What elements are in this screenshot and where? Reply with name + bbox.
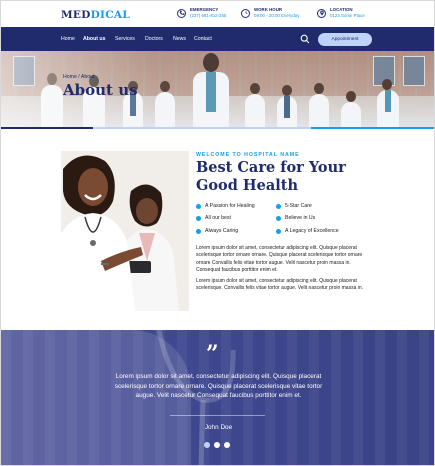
slider-dot[interactable] [204, 442, 210, 448]
location-icon [317, 8, 326, 18]
feature-label: 5-Star Care [285, 203, 312, 209]
bullet-icon [276, 203, 281, 209]
hero-bar-middle [93, 127, 311, 129]
feature-label: All our best [205, 215, 231, 221]
logo-part-1: MED [61, 9, 91, 21]
nav-contact[interactable]: Contact [194, 36, 212, 42]
feature-item: Always Caring [196, 228, 238, 234]
feature-label: A Legacy of Excellence [285, 228, 339, 234]
nav-home[interactable]: Home [61, 36, 75, 42]
page: MEDDICAL EMERGENCY (237) 681-812-255 WOR… [0, 0, 435, 466]
doctors-photo [61, 151, 189, 311]
hero-bar-right [311, 127, 434, 129]
work-hour-value: 09:00 - 20:00 Everyday [254, 13, 300, 18]
bullet-icon [276, 228, 281, 234]
top-bar: MEDDICAL EMERGENCY (237) 681-812-255 WOR… [1, 1, 434, 27]
about-paragraph: Lorem ipsum dolor sit amet, consectetur … [196, 278, 364, 292]
feature-label: A Passion for Healing [205, 203, 255, 209]
search-icon[interactable] [300, 34, 310, 44]
slider-dot[interactable] [224, 442, 230, 448]
bullet-icon [196, 203, 201, 209]
testimonial-divider [170, 415, 265, 416]
feature-item: 5-Star Care [276, 203, 312, 209]
feature-item: A Passion for Healing [196, 203, 255, 209]
clock-icon [241, 8, 250, 18]
location-value: 0123 Some Place [330, 13, 365, 18]
nav-news[interactable]: News [173, 36, 186, 42]
feature-label: Believe in Us [285, 215, 316, 221]
feature-item: A Legacy of Excellence [276, 228, 339, 234]
emergency-value: (237) 681-812-255 [190, 13, 227, 18]
bullet-icon [276, 215, 281, 221]
page-title: About us [63, 81, 138, 99]
feature-label: Always Caring [205, 228, 239, 234]
slider-dots [204, 442, 230, 448]
about-paragraph: Lorem ipsum dolor sit amet, consectetur … [196, 245, 363, 273]
section-title: Best Care for Your Good Health [196, 159, 346, 194]
slider-dot[interactable] [214, 442, 220, 448]
emergency-info: EMERGENCY (237) 681-812-255 [177, 7, 226, 19]
nav-doctors[interactable]: Doctors [145, 36, 163, 42]
phone-icon [177, 8, 186, 18]
breadcrumb: Home / About [63, 74, 95, 80]
feature-item: All our best [196, 215, 231, 221]
appointment-button[interactable]: Appointment [318, 33, 372, 46]
hero-bar-left [1, 127, 93, 129]
logo[interactable]: MEDDICAL [61, 9, 130, 21]
nav-about-us[interactable]: About us [83, 36, 105, 42]
main-nav: Home About us Services Doctors News Cont… [1, 27, 434, 51]
work-hour-info: WORK HOUR 09:00 - 20:00 Everyday [241, 7, 299, 19]
quote-icon: ” [206, 341, 219, 367]
nav-services[interactable]: Services [115, 36, 135, 42]
feature-item: Believe in Us [276, 215, 315, 221]
location-info: LOCATION 0123 Some Place [317, 7, 365, 19]
testimonial-author: John Doe [204, 424, 233, 431]
bullet-icon [196, 228, 201, 234]
testimonial-quote: Lorem ipsum dolor sit amet, consectetur … [114, 373, 323, 400]
bullet-icon [196, 215, 201, 221]
section-kicker: WELCOME TO HOSPITAL NAME [196, 152, 300, 158]
logo-part-2: DICAL [90, 9, 131, 21]
